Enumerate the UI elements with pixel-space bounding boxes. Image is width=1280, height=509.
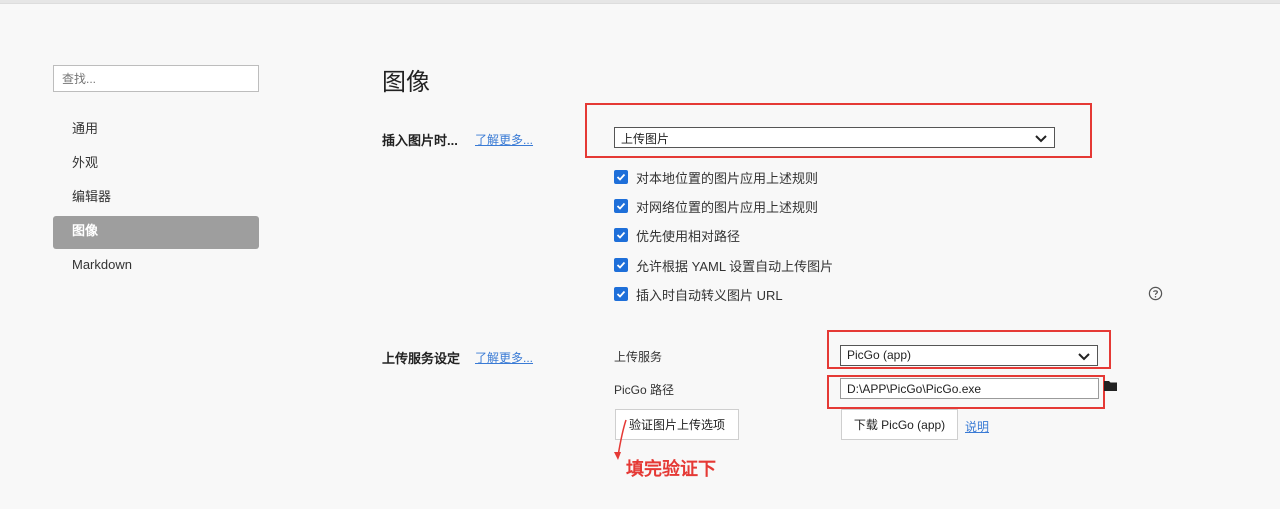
folder-icon[interactable] [1104, 380, 1118, 392]
chevron-down-icon [1078, 353, 1090, 361]
picgo-path-input[interactable]: D:\APP\PicGo\PicGo.exe [840, 378, 1099, 399]
insert-action-value: 上传图片 [621, 132, 670, 146]
checkbox-label: 优先使用相对路径 [636, 228, 741, 244]
insert-image-label: 插入图片时... [382, 133, 458, 148]
checkbox-network-images[interactable]: 对网络位置的图片应用上述规则 [614, 197, 818, 215]
upload-service-learn-more-link[interactable]: 了解更多... [475, 349, 533, 366]
service-field-label: 上传服务 [614, 350, 663, 364]
help-link[interactable]: 说明 [965, 418, 989, 435]
checkbox-relative-path[interactable]: 优先使用相对路径 [614, 226, 740, 244]
help-circle-icon[interactable] [1148, 286, 1163, 301]
checkmark-icon[interactable] [614, 170, 628, 184]
checkbox-label: 允许根据 YAML 设置自动上传图片 [636, 258, 834, 274]
download-picgo-button[interactable]: 下载 PicGo (app) [841, 409, 958, 440]
checkbox-escape-url[interactable]: 插入时自动转义图片 URL [614, 285, 783, 303]
checkbox-label: 对网络位置的图片应用上述规则 [636, 199, 819, 215]
page-title: 图像 [382, 69, 430, 96]
sidebar-item-editor[interactable]: 编辑器 [53, 182, 259, 215]
window-top-border [0, 0, 1280, 4]
upload-service-select[interactable]: PicGo (app) [840, 345, 1098, 366]
sidebar-nav: 通用 外观 编辑器 图像 Markdown [53, 114, 259, 284]
sidebar-item-markdown[interactable]: Markdown [53, 250, 259, 283]
checkbox-local-images[interactable]: 对本地位置的图片应用上述规则 [614, 168, 818, 186]
checkbox-label: 插入时自动转义图片 URL [636, 287, 783, 303]
annotation-note: 填完验证下 [626, 459, 716, 479]
checkmark-icon[interactable] [614, 287, 628, 301]
checkmark-icon[interactable] [614, 228, 628, 242]
sidebar-item-general[interactable]: 通用 [53, 114, 259, 147]
chevron-down-icon [1035, 135, 1047, 143]
checkbox-label: 对本地位置的图片应用上述规则 [636, 170, 819, 186]
search-input[interactable] [53, 65, 259, 92]
checkbox-yaml-upload[interactable]: 允许根据 YAML 设置自动上传图片 [614, 256, 833, 274]
upload-service-value: PicGo (app) [847, 348, 912, 362]
sidebar-item-image[interactable]: 图像 [53, 216, 259, 249]
insert-image-learn-more-link[interactable]: 了解更多... [475, 131, 533, 148]
sidebar-item-appearance[interactable]: 外观 [53, 148, 259, 181]
checkmark-icon[interactable] [614, 199, 628, 213]
upload-service-label: 上传服务设定 [382, 351, 461, 366]
verify-upload-button[interactable]: 验证图片上传选项 [615, 409, 739, 440]
checkmark-icon[interactable] [614, 258, 628, 272]
path-field-label: PicGo 路径 [614, 383, 675, 397]
insert-action-select[interactable]: 上传图片 [614, 127, 1055, 148]
